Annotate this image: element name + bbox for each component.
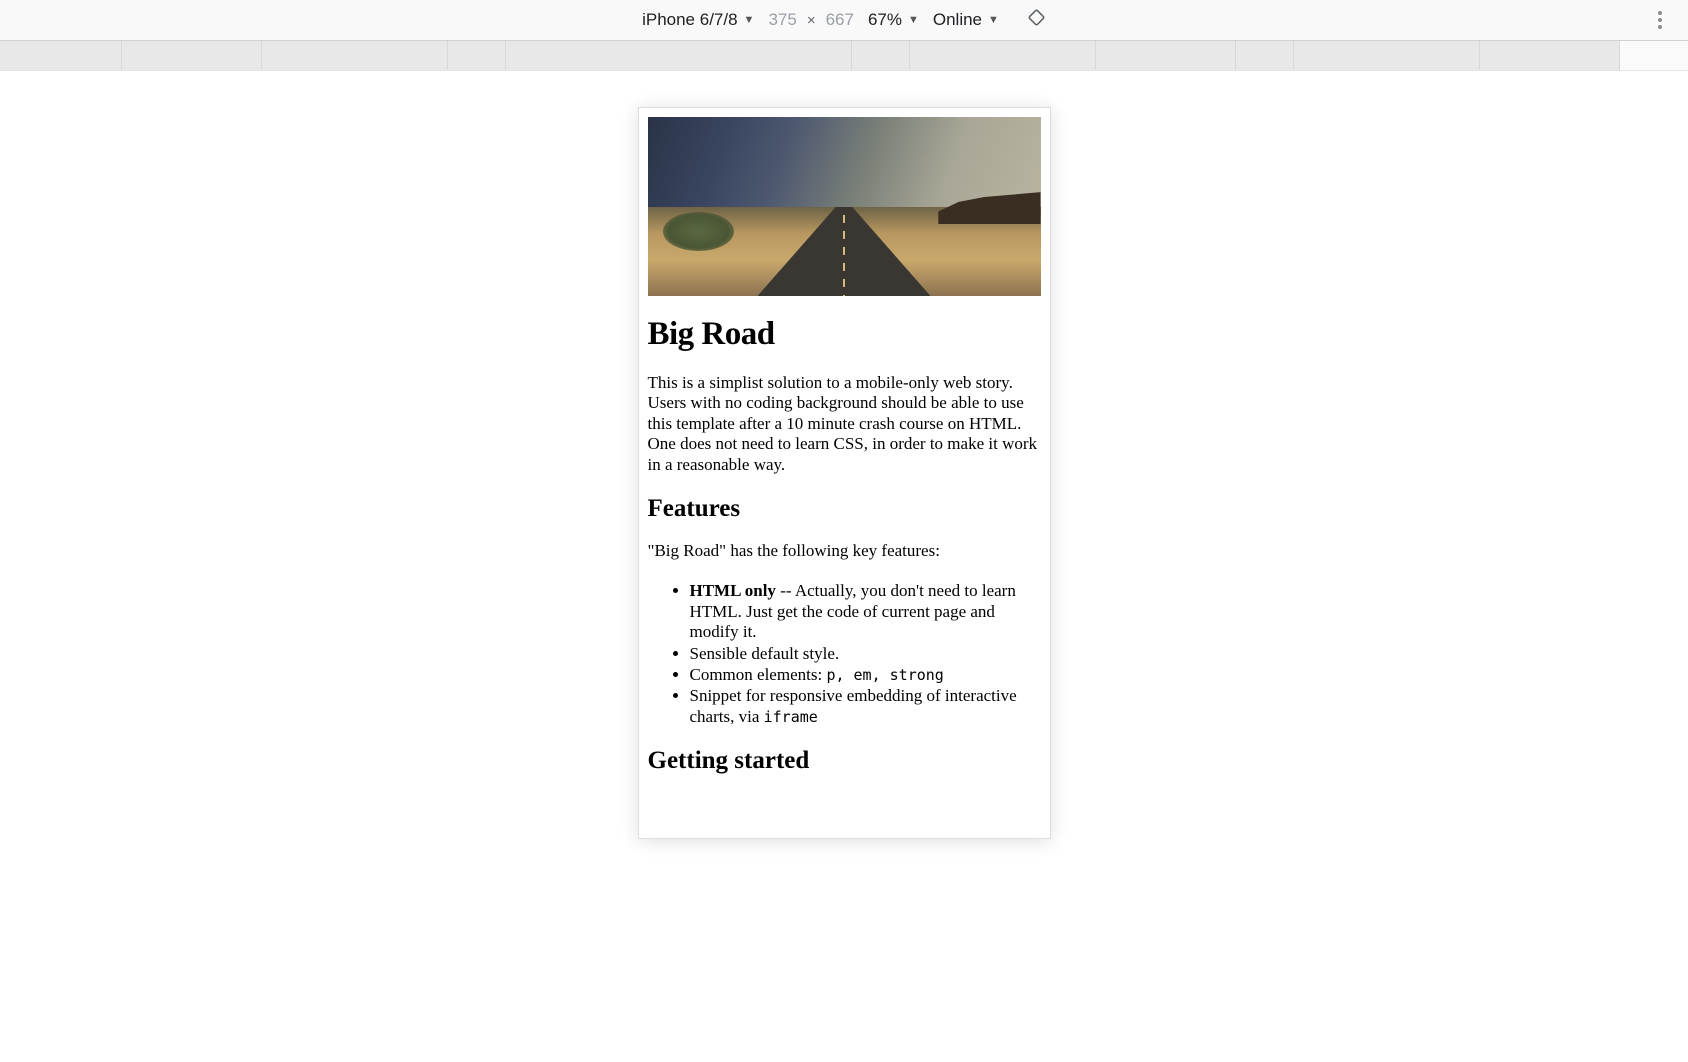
ruler-segment[interactable] [1236,41,1294,70]
throttle-selector[interactable]: Online ▼ [933,10,999,30]
dimensions-display: 375 × 667 [768,10,854,30]
ruler-bar[interactable] [0,41,1688,71]
height-value: 667 [826,10,854,30]
list-item: Snippet for responsive embedding of inte… [690,686,1041,727]
intro-paragraph: This is a simplist solution to a mobile-… [648,373,1041,475]
ruler-segment[interactable] [506,41,852,70]
chevron-down-icon: ▼ [744,14,755,26]
ruler-segment[interactable] [852,41,910,70]
ruler-segment[interactable] [1480,41,1620,70]
rotate-icon [1027,8,1046,27]
features-list: HTML only -- Actually, you don't need to… [648,581,1041,727]
viewport-area: Big Road This is a simplist solution to … [0,71,1688,1062]
device-frame: Big Road This is a simplist solution to … [638,107,1051,839]
features-heading: Features [648,495,1041,523]
list-item: HTML only -- Actually, you don't need to… [690,581,1041,642]
device-selector[interactable]: iPhone 6/7/8 ▼ [642,10,754,30]
devtools-device-toolbar: iPhone 6/7/8 ▼ 375 × 667 67% ▼ Online ▼ [0,0,1688,41]
ruler-segment[interactable] [1294,41,1480,70]
features-intro: "Big Road" has the following key feature… [648,541,1041,561]
ruler-segment[interactable] [448,41,506,70]
article-content: Big Road This is a simplist solution to … [648,316,1041,775]
toolbar-center: iPhone 6/7/8 ▼ 375 × 667 67% ▼ Online ▼ [642,8,1046,32]
more-options-button[interactable] [1650,3,1670,37]
ruler-segment[interactable] [0,41,122,70]
width-value: 375 [768,10,796,30]
chevron-down-icon: ▼ [988,14,999,26]
rotate-button[interactable] [1027,8,1046,32]
list-item: Sensible default style. [690,644,1041,664]
page-title: Big Road [648,316,1041,353]
getting-started-heading: Getting started [648,747,1041,775]
throttle-value: Online [933,10,982,30]
ruler-segment[interactable] [910,41,1096,70]
device-name: iPhone 6/7/8 [642,10,737,30]
hero-image [648,117,1041,296]
zoom-value: 67% [868,10,902,30]
ruler-segment[interactable] [122,41,262,70]
more-vertical-icon [1658,11,1662,15]
dimension-separator: × [807,12,816,29]
chevron-down-icon: ▼ [908,14,919,26]
ruler-segment[interactable] [262,41,448,70]
zoom-selector[interactable]: 67% ▼ [868,10,919,30]
list-item: Common elements: p, em, strong [690,665,1041,685]
ruler-segment[interactable] [1096,41,1236,70]
